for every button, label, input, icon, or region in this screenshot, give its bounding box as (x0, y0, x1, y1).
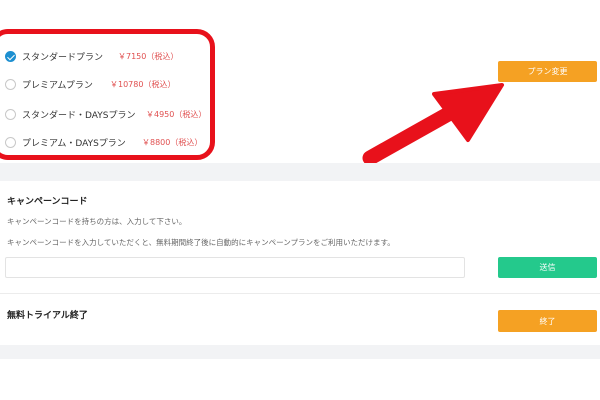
trial-title: 無料トライアル終了 (7, 311, 88, 321)
divider (0, 293, 600, 294)
campaign-description: キャンペーンコードを入力していただくと、無料期間終了後に自動的にキャンペーンプラ… (7, 238, 395, 247)
end-trial-button[interactable]: 終了 (498, 310, 597, 332)
campaign-description: キャンペーンコードを持ちの方は、入力して下さい。 (7, 217, 187, 226)
campaign-title: キャンペーンコード (7, 197, 88, 207)
page: スタンダードプラン ￥7150（税込） プレミアムプラン ￥10780（税込） … (0, 0, 600, 400)
annotation-highlight-box (0, 29, 215, 160)
campaign-code-input[interactable] (5, 257, 465, 278)
section-separator (0, 345, 600, 359)
plan-change-button[interactable]: プラン変更 (498, 61, 597, 82)
section-separator (0, 163, 600, 181)
submit-button[interactable]: 送信 (498, 257, 597, 278)
arrow-up-right-icon (362, 83, 504, 166)
